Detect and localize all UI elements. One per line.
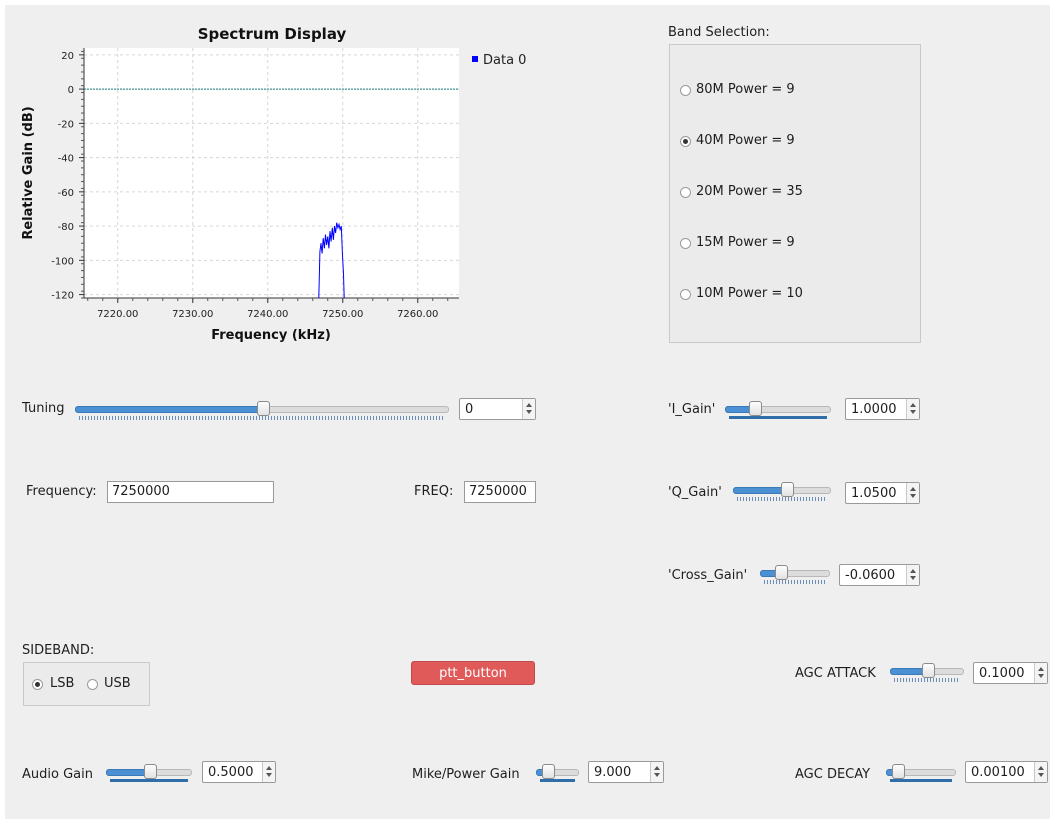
audio-gain-slider[interactable] [106, 764, 192, 790]
mike-gain-label: Mike/Power Gain [412, 767, 520, 782]
i-gain-slider[interactable] [725, 401, 831, 427]
tuning-spinbox[interactable]: 0 [459, 398, 536, 420]
cross-gain-label: 'Cross_Gain' [668, 568, 748, 583]
chart-title: Spectrum Display [198, 25, 347, 43]
y-tick-label: 20 [61, 51, 74, 62]
y-tick-label: -120 [51, 291, 74, 302]
slider-handle[interactable] [892, 764, 905, 779]
i-gain-spinbox[interactable]: 1.0000 [845, 398, 920, 420]
agc-attack-label: AGC ATTACK [795, 666, 876, 681]
slider-handle[interactable] [144, 764, 157, 779]
q-gain-slider[interactable] [733, 482, 831, 508]
band-option-label: 15M Power = 9 [696, 235, 795, 250]
mike-gain-value: 9.000 [594, 765, 632, 780]
y-axis-label: Relative Gain (dB) [21, 106, 36, 239]
x-tick-label: 7220.00 [97, 309, 138, 320]
audio-gain-value: 0.5000 [208, 765, 254, 780]
lsb-label: LSB [50, 676, 75, 691]
band-option-label: 10M Power = 10 [696, 286, 803, 301]
band-selection-title: Band Selection: [668, 25, 770, 40]
x-tick-label: 7240.00 [247, 309, 288, 320]
audio-gain-label: Audio Gain [22, 767, 93, 782]
x-tick-label: 7230.00 [172, 309, 213, 320]
mike-gain-spinbox[interactable]: 9.000 [588, 761, 664, 783]
agc-decay-slider[interactable] [886, 764, 956, 790]
mike-gain-slider[interactable] [536, 764, 579, 790]
slider-handle[interactable] [781, 482, 794, 497]
cross-gain-slider[interactable] [760, 565, 830, 591]
agc-attack-value: 0.1000 [979, 666, 1025, 681]
tuning-value: 0 [465, 402, 474, 417]
slider-handle[interactable] [257, 401, 270, 416]
spectrum-chart: 20 0 -20 -40 -60 -80 -100 -120 7220.00 7230.00 724… [21, 25, 526, 343]
x-tick-label: 7260.00 [397, 309, 438, 320]
frequency-label: Frequency: [26, 484, 97, 499]
usb-label: USB [104, 676, 131, 691]
main-window: 20 0 -20 -40 -60 -80 -100 -120 7220.00 7230.00 724… [5, 5, 1050, 819]
agc-attack-spinbox[interactable]: 0.1000 [973, 662, 1048, 684]
q-gain-value: 1.0500 [851, 486, 897, 501]
slider-handle[interactable] [922, 663, 935, 678]
y-tick-label: 0 [68, 85, 74, 96]
slider-handle[interactable] [749, 401, 762, 416]
slider-ticks [890, 779, 952, 782]
spin-arrows-icon[interactable] [1034, 663, 1047, 683]
q-gain-label: 'Q_Gain' [668, 485, 722, 500]
usb-radio[interactable] [87, 679, 98, 690]
freq-label: FREQ: [414, 484, 454, 499]
slider-fill [75, 406, 263, 413]
spin-arrows-icon[interactable] [906, 483, 919, 503]
slider-ticks [110, 779, 188, 782]
y-tick-label: -40 [58, 154, 74, 165]
agc-decay-label: AGC DECAY [795, 767, 871, 782]
spin-arrows-icon[interactable] [1034, 762, 1047, 782]
slider-ticks [729, 416, 827, 419]
spin-arrows-icon[interactable] [906, 399, 919, 419]
band-option-label: 40M Power = 9 [696, 133, 795, 148]
freq-input[interactable]: 7250000 [464, 481, 536, 503]
slider-handle[interactable] [775, 565, 788, 580]
band-radio[interactable] [680, 85, 691, 96]
agc-decay-spinbox[interactable]: 0.00100 [965, 761, 1048, 783]
slider-ticks [894, 678, 960, 682]
band-radio[interactable] [680, 289, 691, 300]
spin-arrows-icon[interactable] [522, 399, 535, 419]
y-tick-label: -100 [51, 256, 74, 267]
i-gain-value: 1.0000 [851, 402, 897, 417]
tuning-slider[interactable] [75, 401, 449, 427]
y-tick-label: -20 [58, 119, 74, 130]
legend-label: Data 0 [483, 53, 526, 68]
agc-decay-value: 0.00100 [971, 765, 1025, 780]
sideband-title: SIDEBAND: [22, 643, 95, 658]
band-option-label: 20M Power = 35 [696, 184, 803, 199]
frequency-input[interactable]: 7250000 [107, 481, 274, 503]
y-tick-label: -80 [58, 222, 74, 233]
audio-gain-spinbox[interactable]: 0.5000 [202, 761, 276, 783]
lsb-radio[interactable] [32, 679, 43, 690]
legend-swatch [472, 56, 478, 62]
slider-ticks [737, 497, 827, 501]
band-radio[interactable] [680, 187, 691, 198]
slider-ticks [79, 416, 445, 420]
tuning-label: Tuning [22, 401, 65, 416]
agc-attack-slider[interactable] [890, 663, 964, 689]
slider-ticks [764, 580, 826, 584]
x-axis-label: Frequency (kHz) [211, 328, 331, 343]
x-tick-label: 7250.00 [322, 309, 363, 320]
band-option-label: 80M Power = 9 [696, 82, 795, 97]
slider-ticks [540, 779, 575, 782]
spin-arrows-icon[interactable] [262, 762, 275, 782]
spin-arrows-icon[interactable] [650, 762, 663, 782]
i-gain-label: 'I_Gain' [668, 402, 716, 417]
y-tick-label: -60 [58, 188, 74, 199]
cross-gain-value: -0.0600 [845, 568, 896, 583]
q-gain-spinbox[interactable]: 1.0500 [845, 482, 920, 504]
slider-fill [733, 487, 787, 494]
cross-gain-spinbox[interactable]: -0.0600 [839, 564, 920, 586]
ptt-button[interactable]: ptt_button [411, 661, 535, 685]
band-radio[interactable] [680, 136, 691, 147]
slider-handle[interactable] [542, 764, 555, 779]
band-radio[interactable] [680, 238, 691, 249]
spin-arrows-icon[interactable] [906, 565, 919, 585]
